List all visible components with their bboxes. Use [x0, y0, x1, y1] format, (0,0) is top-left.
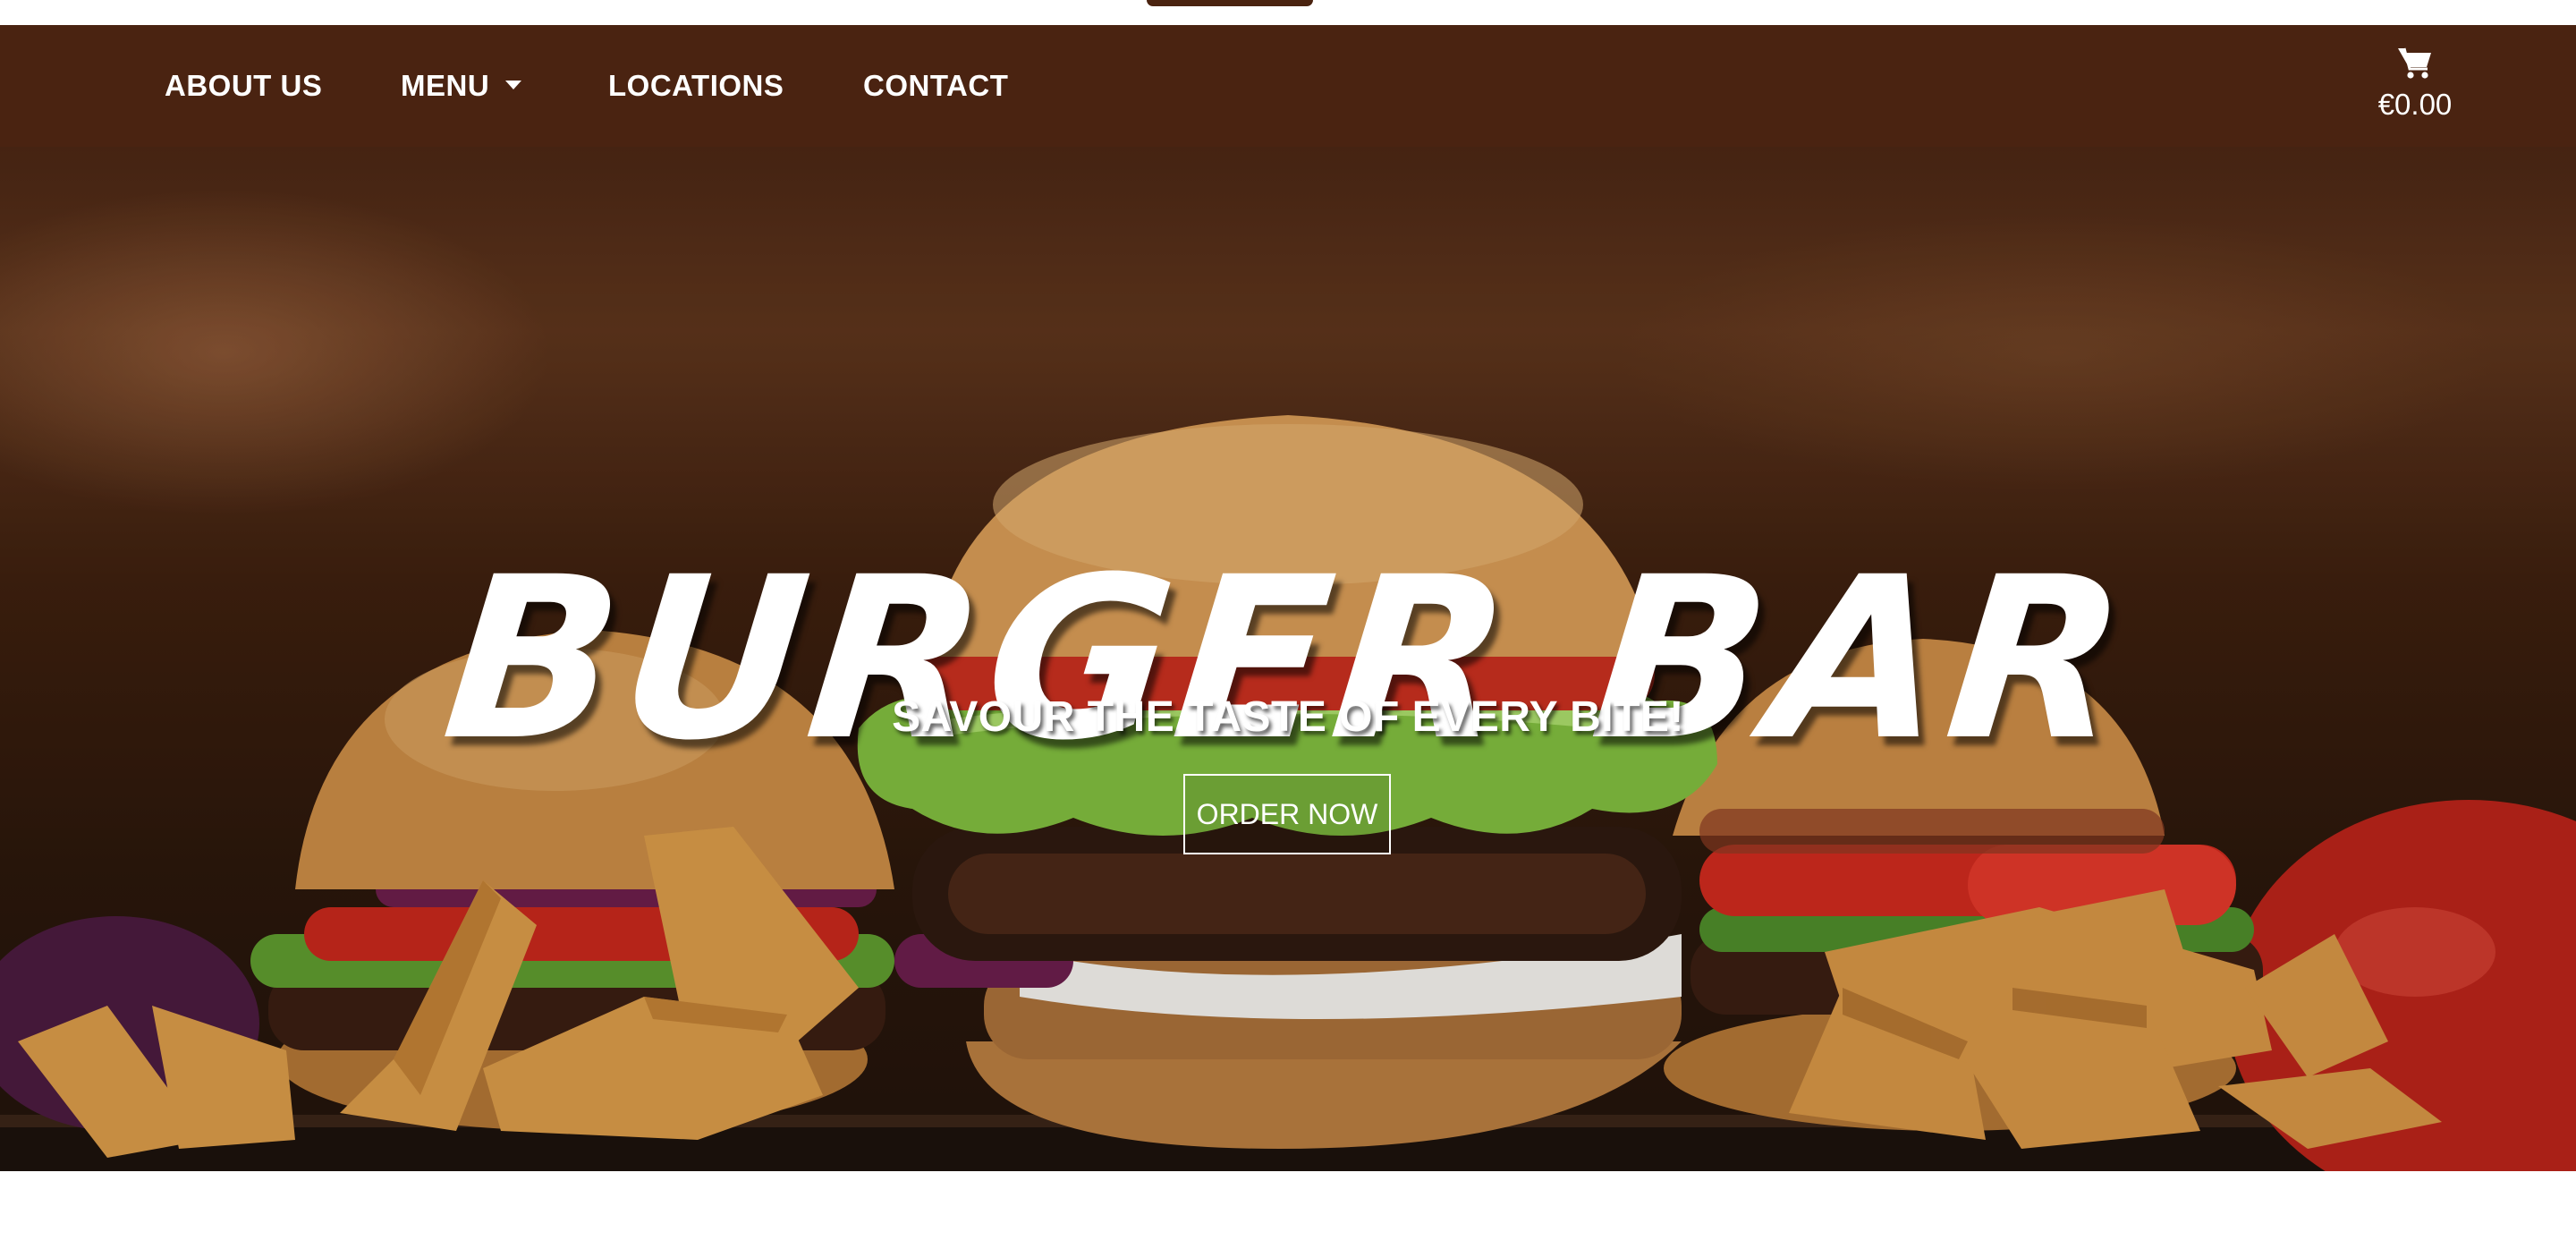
page: ABOUT US MENU LOCATIONS CONTACT €0.00 BU… [0, 0, 2576, 1249]
hero-subtitle: SAVOUR THE TASTE OF EVERY BITE! [892, 692, 1684, 741]
top-tab [1147, 0, 1313, 6]
hero-banner: BURGER BAR SAVOUR THE TASTE OF EVERY BIT… [0, 147, 2576, 1171]
nav-menu-dropdown[interactable]: MENU [401, 25, 522, 147]
navbar: ABOUT US MENU LOCATIONS CONTACT €0.00 [0, 25, 2576, 147]
cart-button[interactable]: €0.00 [2352, 45, 2478, 134]
nav-menu-label: MENU [401, 69, 490, 102]
cart-total: €0.00 [2377, 88, 2453, 121]
caret-down-icon [505, 81, 522, 90]
order-now-button[interactable]: ORDER NOW [1183, 774, 1391, 854]
nav-contact[interactable]: CONTACT [863, 25, 1008, 147]
nav-about-us[interactable]: ABOUT US [165, 25, 322, 147]
nav-locations[interactable]: LOCATIONS [608, 25, 784, 147]
main-nav: ABOUT US MENU LOCATIONS CONTACT [0, 25, 1252, 147]
cart-icon [2398, 47, 2431, 79]
